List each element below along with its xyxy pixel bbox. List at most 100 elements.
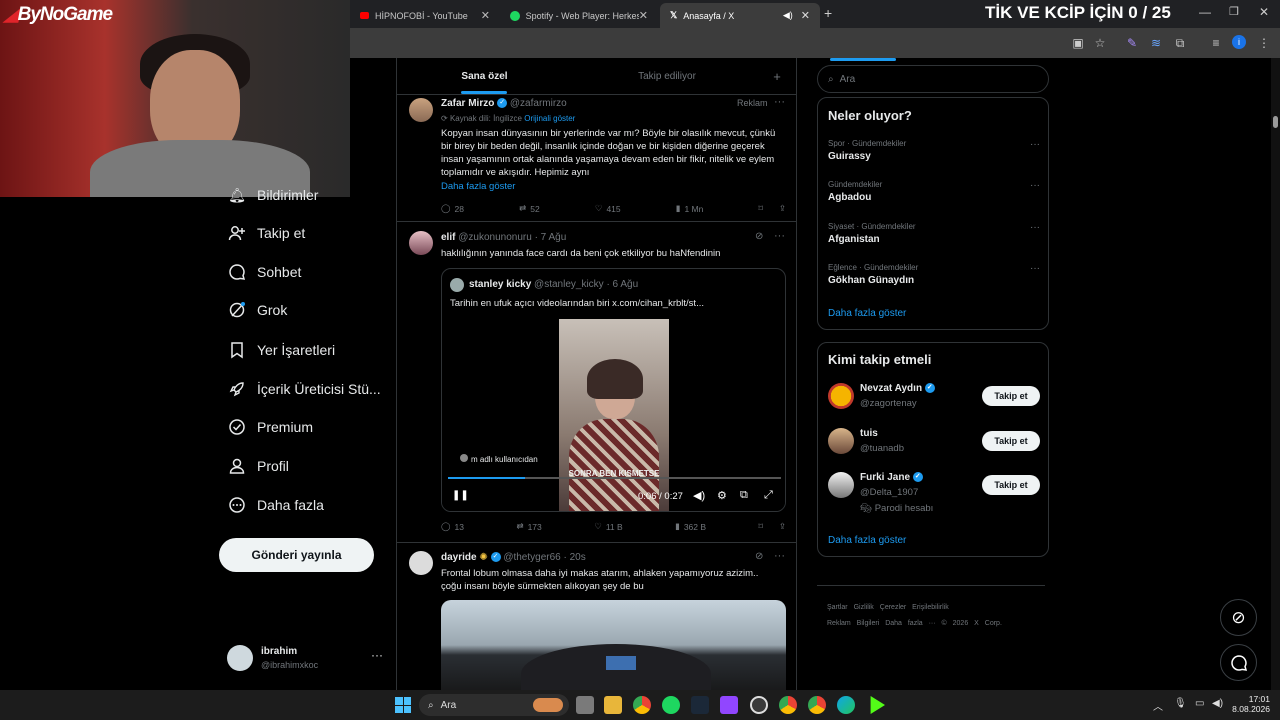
- close-icon[interactable]: ✕: [801, 9, 810, 22]
- grok-icon[interactable]: ⊘: [755, 231, 763, 242]
- follow-suggestion[interactable]: tuis @tuanadb Takip et: [828, 426, 1040, 462]
- more-dots-icon[interactable]: ···: [1030, 180, 1040, 191]
- author-handle[interactable]: @thetyger66: [503, 552, 560, 563]
- post-dayride[interactable]: dayride ✺ ✓ @thetyger66 · 20s ⊘ ··· Fron…: [397, 544, 796, 690]
- tab-youtube[interactable]: HİPNOFOBİ - YouTube ✕: [350, 3, 500, 28]
- follow-button[interactable]: Takip et: [982, 386, 1040, 406]
- taskbar-search[interactable]: ⌕ Ara: [419, 694, 569, 716]
- more-dots-icon[interactable]: ···: [1030, 263, 1040, 274]
- grok-icon[interactable]: ⊘: [755, 551, 763, 562]
- settings-gear-icon[interactable]: ⚙: [717, 489, 727, 502]
- tray-chevron-icon[interactable]: ︿: [1153, 698, 1163, 713]
- show-more-trends-link[interactable]: Daha fazla göster: [828, 308, 906, 319]
- speaker-icon[interactable]: ◀): [783, 10, 793, 21]
- new-tab-icon[interactable]: +: [824, 5, 832, 21]
- pause-icon[interactable]: ❚❚: [452, 490, 469, 501]
- show-original-link[interactable]: Orijinali göster: [524, 114, 575, 123]
- trend-item[interactable]: Gündemdekiler Agbadou ···: [828, 180, 1040, 203]
- close-window-icon[interactable]: ✕: [1259, 5, 1269, 19]
- cast-icon[interactable]: ▣: [1070, 35, 1086, 51]
- grok-floating-icon[interactable]: ⊘: [1220, 599, 1257, 636]
- edge-icon[interactable]: [837, 696, 855, 714]
- sidebar-item-follow[interactable]: Takip et: [228, 221, 305, 245]
- like-button[interactable]: ♡ 415: [595, 203, 621, 214]
- follow-button[interactable]: Takip et: [982, 431, 1040, 451]
- footer-link[interactable]: Daha fazla ···: [885, 620, 935, 627]
- obs-icon[interactable]: [750, 696, 768, 714]
- footer-link[interactable]: Şartlar: [827, 604, 848, 611]
- post-image[interactable]: [441, 600, 786, 690]
- add-tab-icon[interactable]: +: [762, 58, 792, 94]
- messages-floating-button[interactable]: [1220, 644, 1257, 681]
- sidebar-item-bookmarks[interactable]: Yer İşaretleri: [228, 338, 335, 362]
- close-icon[interactable]: ✕: [639, 9, 648, 22]
- post-elif[interactable]: elif @zukonunonuru · 7 Ağu ⊘ ··· haklılı…: [397, 223, 796, 543]
- chrome-profile-2-icon[interactable]: [808, 696, 826, 714]
- tab-spotify[interactable]: Spotify - Web Player: Herkes iç ✕: [500, 3, 658, 28]
- like-button[interactable]: ♡ 11 B: [594, 521, 622, 532]
- page-scrollbar[interactable]: [1271, 58, 1280, 690]
- quoted-post[interactable]: stanley kicky @stanley_kicky · 6 Ağu Tar…: [441, 268, 786, 512]
- share-icon[interactable]: ⇪: [779, 203, 786, 214]
- follow-button[interactable]: Takip et: [982, 475, 1040, 495]
- more-dots-icon[interactable]: ···: [371, 648, 383, 662]
- post-button[interactable]: Gönderi yayınla: [219, 538, 374, 572]
- footer-link[interactable]: Erişilebilirlik: [912, 604, 949, 611]
- start-windows-icon[interactable]: [395, 697, 411, 713]
- video-player[interactable]: m adlı kullanıcıdan SONRA BEN KISMETSE ❚…: [442, 319, 785, 511]
- fullscreen-icon[interactable]: ⤢: [764, 489, 773, 502]
- bookmark-button[interactable]: ⌑ ⇪: [759, 521, 787, 532]
- author-name[interactable]: Zafar Mirzo: [441, 98, 494, 109]
- footer-link[interactable]: Gizlilik: [854, 604, 874, 611]
- volume-icon[interactable]: ◀): [1212, 698, 1223, 709]
- tab-following[interactable]: Takip ediliyor: [572, 58, 762, 94]
- sidebar-item-creator-studio[interactable]: İçerik Üreticisi Stü...: [228, 377, 381, 401]
- sidebar-item-more[interactable]: Daha fazla: [228, 493, 324, 517]
- clock[interactable]: 17:01 8.08.2026: [1232, 694, 1270, 714]
- author-name[interactable]: dayride: [441, 552, 477, 563]
- minimize-icon[interactable]: —: [1199, 5, 1211, 19]
- twitch-icon[interactable]: [720, 696, 738, 714]
- reply-button[interactable]: ◯ 13: [441, 521, 464, 532]
- maximize-icon[interactable]: ❐: [1229, 5, 1239, 18]
- views-button[interactable]: ▮ 1 Mn: [676, 203, 704, 214]
- network-icon[interactable]: ▭: [1195, 698, 1204, 709]
- steam-icon[interactable]: [691, 696, 709, 714]
- extensions-puzzle-icon[interactable]: ⧉: [1172, 35, 1188, 51]
- show-more-link[interactable]: Daha fazla göster: [441, 181, 515, 192]
- scrollbar-thumb[interactable]: [1273, 116, 1278, 128]
- browser-menu-icon[interactable]: ⋮: [1256, 35, 1272, 51]
- post-time[interactable]: · 20s: [564, 552, 586, 563]
- author-name[interactable]: elif: [441, 232, 455, 243]
- share-icon[interactable]: ⇪: [779, 521, 786, 532]
- tab-search-icon[interactable]: ≡: [1208, 35, 1224, 51]
- task-view-icon[interactable]: [576, 696, 594, 714]
- search-input[interactable]: ⌕ Ara: [817, 65, 1049, 93]
- sidebar-item-grok[interactable]: Grok: [228, 298, 287, 322]
- extension-pen-icon[interactable]: ✎: [1124, 35, 1140, 51]
- more-dots-icon[interactable]: ···: [774, 550, 785, 562]
- repost-button[interactable]: ⇄ 52: [519, 203, 540, 214]
- volume-icon[interactable]: ◀): [693, 489, 705, 502]
- bookmark-star-icon[interactable]: ☆: [1092, 35, 1108, 51]
- kick-icon[interactable]: [870, 696, 885, 714]
- footer-link[interactable]: Çerezler: [880, 604, 906, 611]
- tab-x[interactable]: 𝕏 Anasayfa / X ◀) ✕: [660, 3, 820, 28]
- author-handle[interactable]: @zukonunonuru: [458, 232, 532, 243]
- more-dots-icon[interactable]: ···: [774, 96, 785, 108]
- trend-item[interactable]: Eğlence · Gündemdekiler Gökhan Günaydın ··…: [828, 263, 1040, 286]
- chrome-profile-icon[interactable]: [779, 696, 797, 714]
- close-icon[interactable]: ✕: [481, 9, 490, 22]
- reply-button[interactable]: ◯ 28: [441, 203, 464, 214]
- follow-suggestion[interactable]: Nevzat Aydın ✓ @zagortenay Takip et: [828, 381, 1040, 417]
- sidebar-item-chat[interactable]: Sohbet: [228, 260, 301, 284]
- trend-item[interactable]: Siyaset · Gündemdekiler Afganistan ···: [828, 222, 1040, 245]
- footer-link[interactable]: Reklam Bilgileri: [827, 620, 879, 627]
- sidebar-item-notifications[interactable]: 🔔︎ Bildirimler: [228, 183, 318, 207]
- views-button[interactable]: ▮ 362 B: [675, 521, 706, 532]
- account-switcher[interactable]: ibrahim @ibrahimxkoc ···: [227, 642, 387, 678]
- more-dots-icon[interactable]: ···: [1030, 222, 1040, 233]
- author-handle[interactable]: @zafarmirzo: [510, 98, 567, 109]
- trend-item[interactable]: Spor · Gündemdekiler Guirassy ···: [828, 139, 1040, 162]
- sidebar-item-premium[interactable]: Premium: [228, 415, 313, 439]
